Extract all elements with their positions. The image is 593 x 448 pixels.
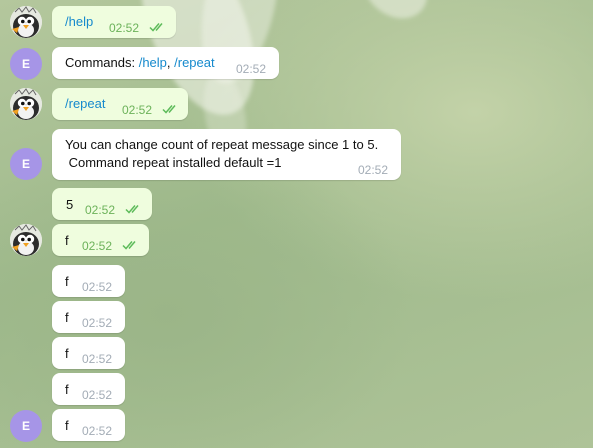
message-line: You can change count of repeat message s… (65, 137, 379, 152)
message-time: 02:52 (109, 21, 140, 35)
message-time: 02:52 (82, 388, 113, 402)
command-link[interactable]: /help (139, 55, 167, 70)
command-link[interactable]: /repeat (65, 96, 105, 111)
message-text: f (65, 417, 69, 435)
outgoing-message[interactable]: /help 02:52 (52, 6, 176, 38)
message-text: Commands: /help, /repeat (65, 54, 215, 72)
message-text: 5 (66, 196, 73, 214)
message-text-part: f (65, 382, 69, 397)
double-check-icon (162, 105, 176, 114)
incoming-message[interactable]: f 02:52 (52, 337, 125, 369)
message-text: /repeat (65, 95, 105, 113)
message-text-part: f (65, 418, 69, 433)
penguin-bird-icon[interactable] (10, 6, 42, 38)
message-text-part: f (65, 274, 69, 289)
message-line: Command repeat installed default =1 (65, 155, 282, 170)
message-time: 02:52 (82, 239, 113, 253)
incoming-message[interactable]: f 02:52 (52, 409, 125, 441)
user-avatar[interactable]: E (10, 410, 42, 442)
message-time: 02:52 (236, 62, 267, 76)
double-check-icon (122, 241, 136, 250)
message-text-part: Commands: (65, 55, 139, 70)
message-text-part: f (65, 310, 69, 325)
message-time: 02:52 (82, 424, 113, 438)
incoming-message[interactable]: f 02:52 (52, 265, 125, 297)
incoming-message[interactable]: Commands: /help, /repeat 02:52 (52, 47, 279, 79)
double-check-icon (125, 205, 139, 214)
message-text: f (65, 381, 69, 399)
outgoing-message[interactable]: /repeat 02:52 (52, 88, 188, 120)
message-text: f (65, 273, 69, 291)
outgoing-message[interactable]: f 02:52 (52, 224, 149, 256)
message-text: f (65, 309, 69, 327)
message-time: 02:52 (85, 203, 116, 217)
penguin-bird-icon[interactable] (10, 88, 42, 120)
user-avatar[interactable]: E (10, 48, 42, 80)
message-time: 02:52 (82, 352, 113, 366)
message-text-part: 5 (66, 197, 74, 212)
message-text-part: f (65, 346, 69, 361)
background-petal (350, 0, 440, 32)
message-text: f (65, 232, 69, 250)
message-text: You can change count of repeat message s… (65, 136, 378, 172)
command-link[interactable]: /repeat (174, 55, 214, 70)
message-text: f (65, 345, 69, 363)
message-time: 02:52 (82, 280, 113, 294)
incoming-message[interactable]: f 02:52 (52, 373, 125, 405)
command-link[interactable]: /help (65, 14, 93, 29)
double-check-icon (149, 23, 163, 32)
penguin-bird-icon[interactable] (10, 224, 42, 256)
user-avatar[interactable]: E (10, 148, 42, 180)
message-text-part: f (65, 233, 69, 248)
incoming-message[interactable]: f 02:52 (52, 301, 125, 333)
incoming-message[interactable]: You can change count of repeat message s… (52, 129, 401, 180)
message-time: 02:52 (358, 163, 389, 177)
outgoing-message[interactable]: 5 02:52 (52, 188, 152, 220)
message-text: /help (65, 13, 93, 31)
message-time: 02:52 (82, 316, 113, 330)
message-time: 02:52 (122, 103, 153, 117)
